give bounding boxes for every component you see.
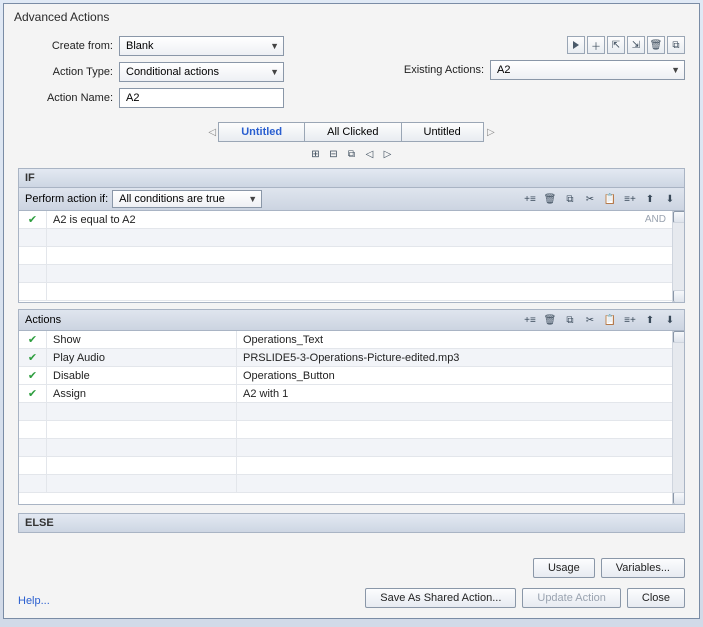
tabs-next-icon[interactable]: ▷ — [484, 125, 498, 139]
empty-row — [19, 457, 684, 475]
action-row[interactable]: ✔ Show Operations_Text — [19, 331, 684, 349]
empty-row — [19, 403, 684, 421]
chevron-down-icon: ▼ — [270, 41, 279, 51]
create-from-value: Blank — [126, 40, 154, 52]
empty-row — [19, 439, 684, 457]
tab-untitled-2[interactable]: Untitled — [401, 122, 484, 142]
empty-row — [19, 229, 684, 247]
condition-text: A2 is equal to A2 — [47, 214, 645, 226]
delete-icon[interactable]: 🗑 — [647, 36, 665, 54]
row-paste-icon[interactable]: 📋 — [602, 191, 618, 207]
empty-row — [19, 265, 684, 283]
action-target: Operations_Text — [237, 334, 684, 346]
action-type-value: Conditional actions — [126, 66, 219, 78]
action-target: PRSLIDE5-3-Operations-Picture-edited.mp3 — [237, 352, 684, 364]
advanced-actions-dialog: Advanced Actions Create from: Blank ▼ Ac… — [3, 3, 700, 619]
row-copy-icon[interactable]: ⧉ — [562, 191, 578, 207]
create-from-dropdown[interactable]: Blank ▼ — [119, 36, 284, 56]
empty-row — [19, 283, 684, 301]
and-label: AND — [645, 214, 666, 225]
row-cut-icon[interactable]: ✂ — [582, 191, 598, 207]
help-link[interactable]: Help... — [18, 595, 50, 607]
empty-row — [19, 247, 684, 265]
play-icon[interactable] — [567, 36, 585, 54]
row-paste-icon[interactable]: 📋 — [602, 312, 618, 328]
row-up-icon[interactable]: ⬆ — [642, 191, 658, 207]
tab-copy-icon[interactable]: ⧉ — [344, 146, 360, 162]
perform-label: Perform action if: — [25, 193, 108, 205]
action-name: Show — [47, 331, 237, 348]
chevron-down-icon: ▼ — [248, 194, 257, 204]
row-delete-icon[interactable]: 🗑 — [542, 312, 558, 328]
action-name: Play Audio — [47, 349, 237, 366]
row-add-icon[interactable]: +≡ — [522, 312, 538, 328]
row-insert-icon[interactable]: ≡+ — [622, 312, 638, 328]
row-insert-icon[interactable]: ≡+ — [622, 191, 638, 207]
create-from-label: Create from: — [18, 40, 113, 52]
tab-all-clicked[interactable]: All Clicked — [304, 122, 401, 142]
existing-actions-value: A2 — [497, 64, 510, 76]
duplicate-icon[interactable]: ⧉ — [667, 36, 685, 54]
scrollbar[interactable]: ▴▾ — [672, 331, 684, 504]
folder-export-icon[interactable]: ⇲ — [627, 36, 645, 54]
tab-right-icon[interactable]: ▷ — [380, 146, 396, 162]
chevron-down-icon: ▼ — [270, 67, 279, 77]
chevron-down-icon: ▼ — [671, 65, 680, 75]
tabs-prev-icon[interactable]: ◁ — [205, 125, 219, 139]
existing-actions-label: Existing Actions: — [404, 64, 484, 76]
action-name-input[interactable] — [119, 88, 284, 108]
row-down-icon[interactable]: ⬇ — [662, 312, 678, 328]
usage-button[interactable]: Usage — [533, 558, 595, 578]
if-subheader: Perform action if: All conditions are tr… — [18, 188, 685, 211]
perform-condition-dropdown[interactable]: All conditions are true ▼ — [112, 190, 262, 208]
else-header: ELSE — [18, 513, 685, 533]
check-icon: ✔ — [19, 367, 47, 384]
condition-row[interactable]: ✔ A2 is equal to A2 AND — [19, 211, 684, 229]
folder-import-icon[interactable]: ⇱ — [607, 36, 625, 54]
actions-grid: ✔ Show Operations_Text ✔ Play Audio PRSL… — [18, 331, 685, 505]
row-copy-icon[interactable]: ⧉ — [562, 312, 578, 328]
check-icon: ✔ — [19, 349, 47, 366]
tab-add-icon[interactable]: ⊞ — [308, 146, 324, 162]
variables-button[interactable]: Variables... — [601, 558, 685, 578]
row-delete-icon[interactable]: 🗑 — [542, 191, 558, 207]
action-row[interactable]: ✔ Disable Operations_Button — [19, 367, 684, 385]
empty-row — [19, 475, 684, 493]
tab-left-icon[interactable]: ◁ — [362, 146, 378, 162]
tab-untitled-1[interactable]: Untitled — [218, 122, 305, 142]
dialog-title: Advanced Actions — [4, 4, 699, 30]
actions-header: Actions — [25, 314, 61, 326]
row-add-icon[interactable]: +≡ — [522, 191, 538, 207]
if-header: IF — [18, 168, 685, 188]
save-shared-button[interactable]: Save As Shared Action... — [365, 588, 516, 608]
existing-actions-dropdown[interactable]: A2 ▼ — [490, 60, 685, 80]
actions-header-bar: Actions +≡ 🗑 ⧉ ✂ 📋 ≡+ ⬆ ⬇ — [18, 309, 685, 331]
row-up-icon[interactable]: ⬆ — [642, 312, 658, 328]
action-row[interactable]: ✔ Play Audio PRSLIDE5-3-Operations-Pictu… — [19, 349, 684, 367]
check-icon: ✔ — [19, 211, 47, 228]
update-action-button[interactable]: Update Action — [522, 588, 621, 608]
check-icon: ✔ — [19, 385, 47, 402]
action-type-label: Action Type: — [18, 66, 113, 78]
action-type-dropdown[interactable]: Conditional actions ▼ — [119, 62, 284, 82]
action-row[interactable]: ✔ Assign A2 with 1 — [19, 385, 684, 403]
action-target: Operations_Button — [237, 370, 684, 382]
action-name: Assign — [47, 385, 237, 402]
action-target: A2 with 1 — [237, 388, 684, 400]
row-cut-icon[interactable]: ✂ — [582, 312, 598, 328]
check-icon: ✔ — [19, 331, 47, 348]
empty-row — [19, 421, 684, 439]
scrollbar[interactable]: ▴▾ — [672, 211, 684, 302]
tab-remove-icon[interactable]: ⊟ — [326, 146, 342, 162]
action-name-label: Action Name: — [18, 92, 113, 104]
add-icon[interactable]: ＋ — [587, 36, 605, 54]
perform-value: All conditions are true — [119, 193, 225, 205]
row-down-icon[interactable]: ⬇ — [662, 191, 678, 207]
action-name: Disable — [47, 367, 237, 384]
close-button[interactable]: Close — [627, 588, 685, 608]
if-grid: ✔ A2 is equal to A2 AND ▴▾ — [18, 211, 685, 303]
